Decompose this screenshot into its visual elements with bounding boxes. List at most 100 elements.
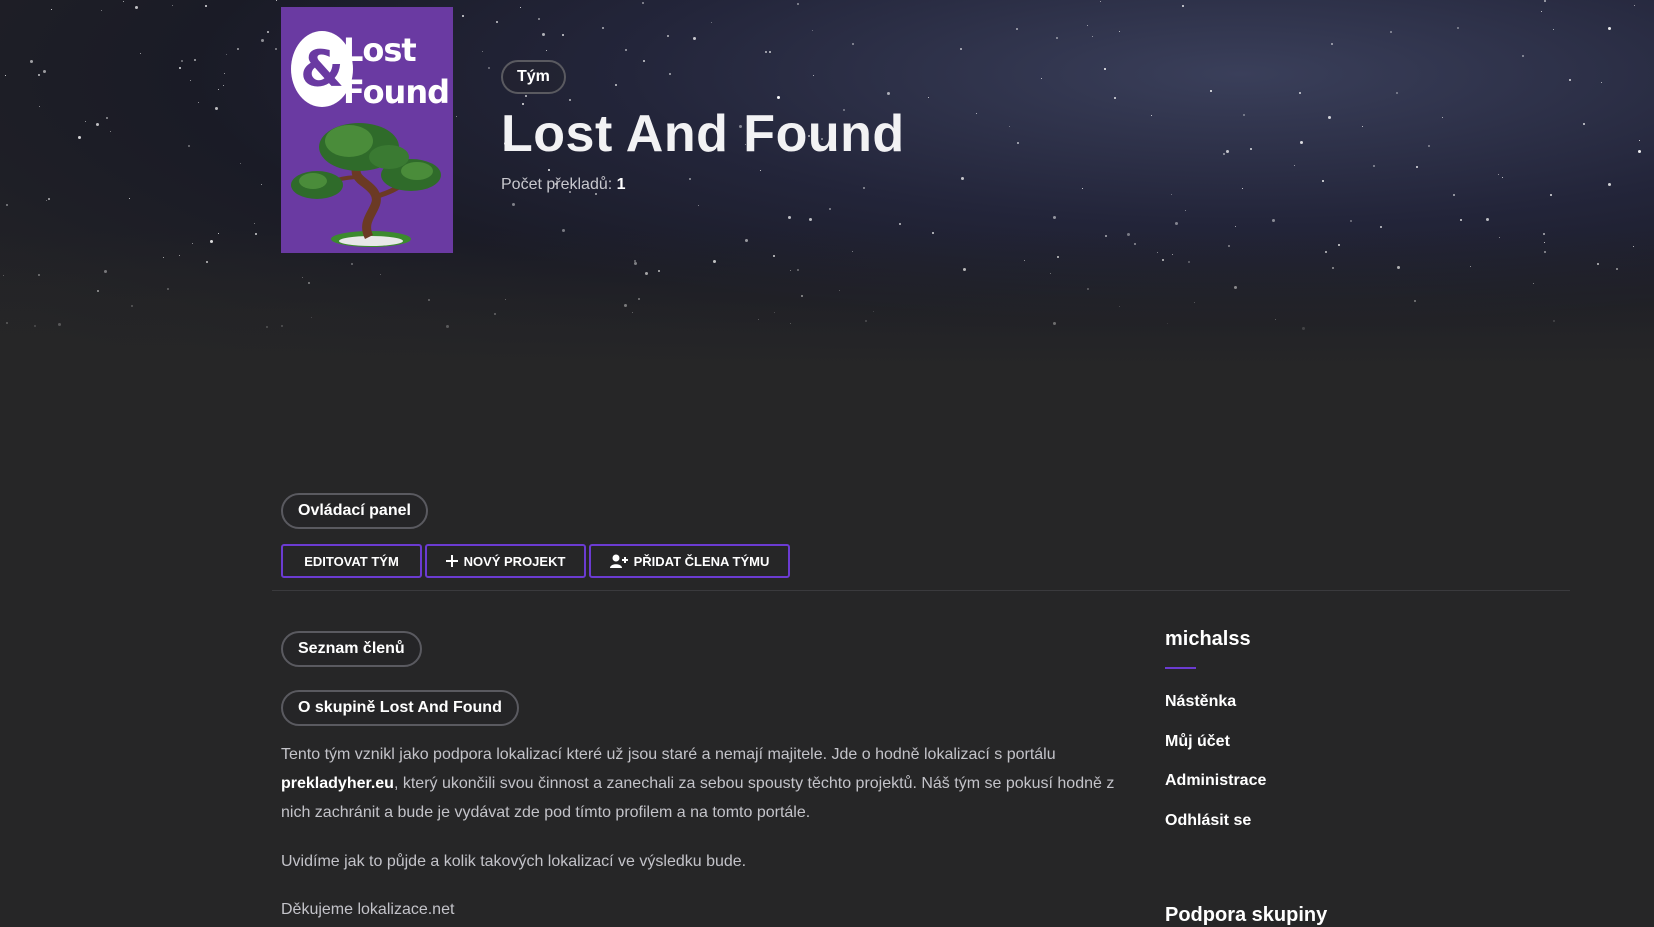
star [960, 48, 962, 50]
star [548, 169, 550, 171]
star [928, 97, 929, 98]
edit-team-button[interactable]: EDITOVAT TÝM [281, 544, 422, 578]
star [129, 198, 130, 199]
star [625, 49, 627, 51]
star [1639, 140, 1640, 141]
star [642, 2, 644, 4]
star [512, 203, 515, 206]
star [1114, 97, 1116, 99]
cover-word-found: Found [343, 73, 450, 111]
star [254, 223, 255, 224]
new-project-button-label: NOVÝ PROJEKT [463, 553, 566, 569]
star [198, 102, 199, 103]
star [1056, 37, 1058, 39]
star [1331, 43, 1333, 45]
star [1541, 11, 1542, 12]
star [1104, 68, 1106, 70]
new-project-button[interactable]: NOVÝ PROJEKT [425, 544, 586, 578]
star [110, 131, 111, 132]
star [1416, 166, 1418, 168]
star [1041, 78, 1042, 79]
star [1457, 27, 1459, 29]
control-panel-label: Ovládací panel [281, 493, 428, 529]
star [101, 10, 102, 11]
star [1328, 116, 1331, 119]
star [1226, 150, 1229, 153]
star [1442, 117, 1443, 118]
star [1638, 150, 1641, 153]
star [1498, 174, 1499, 175]
star [1362, 126, 1363, 127]
star [1634, 5, 1635, 6]
sidebar-link-logout[interactable]: Odhlásit se [1165, 812, 1251, 830]
star [899, 223, 901, 225]
about-paragraph: Tento tým vznikl jako podpora lokalizací… [281, 740, 1121, 827]
star [1272, 219, 1275, 222]
star [215, 107, 218, 110]
star [190, 80, 191, 81]
about-paragraph-2: Uvidíme jak to půjde a kolik takových lo… [281, 853, 747, 870]
prekladyher-link[interactable]: prekladyher.eu [281, 775, 394, 792]
star [224, 73, 225, 74]
star [218, 89, 219, 90]
star [140, 53, 141, 54]
star [1119, 31, 1120, 32]
star [520, 7, 521, 8]
team-type-badge: Tým [501, 60, 566, 94]
star [1373, 165, 1375, 167]
members-list-button[interactable]: Seznam členů [281, 631, 422, 667]
star [1550, 194, 1552, 196]
star [496, 21, 498, 23]
star [829, 208, 831, 210]
star [1294, 165, 1295, 166]
star [1553, 29, 1554, 30]
star [275, 48, 277, 50]
section-divider [272, 590, 1570, 591]
star [1608, 27, 1611, 30]
star [106, 117, 108, 119]
star [482, 51, 483, 52]
star [1453, 194, 1455, 196]
star [809, 218, 812, 221]
star [181, 60, 183, 62]
star [602, 27, 604, 29]
sidebar-title-underline [1165, 667, 1196, 669]
star [85, 121, 86, 122]
about-paragraph-3: Děkujeme lokalizace.net [281, 901, 455, 918]
star [276, 0, 277, 1]
star [1092, 36, 1093, 37]
sidebar-support-title: Podpora skupiny [1165, 904, 1328, 926]
team-cover-image: & Lost Found [281, 7, 453, 253]
star [1322, 180, 1324, 182]
sidebar-link-dashboard[interactable]: Nástěnka [1165, 693, 1236, 711]
star [1486, 218, 1489, 221]
star [769, 51, 771, 53]
star [1016, 28, 1018, 30]
star [863, 187, 865, 189]
sidebar-link-account[interactable]: Můj účet [1165, 733, 1230, 751]
star [525, 95, 527, 97]
star [267, 31, 269, 33]
star [30, 60, 33, 63]
page-title: Lost And Found [501, 105, 905, 163]
star [562, 34, 564, 36]
star [643, 60, 645, 62]
add-member-button[interactable]: PŘIDAT ČLENA TÝMU [589, 544, 790, 578]
star [961, 177, 964, 180]
star [797, 3, 799, 5]
star [546, 50, 547, 51]
star [1390, 31, 1392, 33]
star [462, 15, 464, 17]
star [488, 67, 490, 69]
star [48, 198, 50, 200]
star [1350, 220, 1352, 222]
star [1522, 55, 1524, 57]
star [812, 30, 813, 31]
star [542, 33, 545, 36]
hero-fade [0, 230, 1654, 370]
star [1009, 126, 1010, 127]
plus-icon [445, 555, 458, 567]
star [1502, 177, 1503, 178]
star [188, 145, 190, 147]
sidebar-link-admin[interactable]: Administrace [1165, 772, 1266, 790]
